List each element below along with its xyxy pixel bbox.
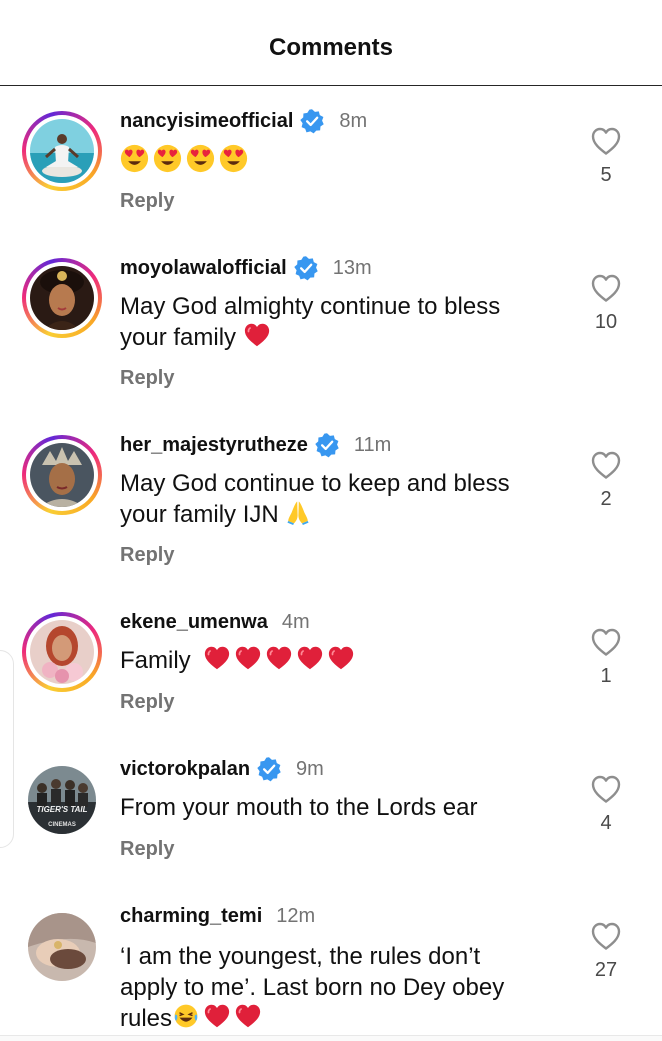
svg-text:CINEMAS: CINEMAS <box>48 822 76 828</box>
heart-eyes-face-icon <box>219 144 248 173</box>
avatar-photo <box>30 620 94 684</box>
verified-badge-icon <box>256 756 282 782</box>
heart-eyes-face-icon <box>186 144 215 173</box>
reply-button[interactable]: Reply <box>120 691 174 714</box>
avatar-photo <box>30 266 94 330</box>
laughing-face-icon <box>172 1003 200 1029</box>
verified-badge-icon <box>293 255 319 281</box>
username[interactable]: her_majestyrutheze <box>120 434 308 457</box>
comment-text-line: your family IJN <box>120 499 560 530</box>
avatar[interactable]: TIGER'S TAIL CINEMAS <box>28 766 96 834</box>
bottom-divider <box>0 1035 662 1041</box>
like-control: 10 <box>586 273 626 334</box>
heart-outline-icon[interactable] <box>590 627 622 657</box>
comment-time: 8m <box>339 109 368 132</box>
comments-header: Comments <box>0 0 662 86</box>
reply-button[interactable]: Reply <box>120 367 174 390</box>
like-control: 27 <box>586 921 626 982</box>
comment-text-line: apply to me’. Last born no Dey obey <box>120 974 505 1001</box>
red-heart-icon <box>203 1003 231 1029</box>
comment-text: ‘I am the youngest, the rules don’t appl… <box>120 941 560 1034</box>
like-count: 1 <box>600 665 612 687</box>
like-control: 2 <box>586 450 626 511</box>
comment-text-line: rules <box>120 1003 560 1034</box>
comment-text-line: ‘I am the youngest, the rules don’t <box>120 943 481 970</box>
like-count: 2 <box>600 488 612 510</box>
reply-button[interactable]: Reply <box>120 838 174 861</box>
comment-text: May God continue to keep and bless your … <box>120 468 560 530</box>
comment-time: 4m <box>281 610 310 633</box>
like-control: 4 <box>586 774 626 835</box>
page-title: Comments <box>268 34 394 61</box>
username[interactable]: ekene_umenwa <box>120 611 268 634</box>
red-heart-icon <box>234 645 262 671</box>
like-count: 5 <box>600 164 612 186</box>
heart-eyes-face-icon <box>120 144 149 173</box>
heart-outline-icon[interactable] <box>590 921 622 951</box>
comment-time: 12m <box>276 904 316 927</box>
like-count: 27 <box>594 959 618 981</box>
heart-outline-icon[interactable] <box>590 273 622 303</box>
avatar-photo <box>28 913 96 981</box>
comment-time: 9m <box>296 757 324 780</box>
avatar-photo <box>30 443 94 507</box>
avatar[interactable] <box>22 612 102 692</box>
reply-button[interactable]: Reply <box>120 190 174 213</box>
username[interactable]: victorokpalan <box>120 758 250 781</box>
comment-text: May God almighty continue to bless your … <box>120 291 560 353</box>
comment-time: 13m <box>332 256 372 279</box>
heart-eyes-face-icon <box>153 144 182 173</box>
username[interactable]: moyolawalofficial <box>120 257 287 280</box>
red-heart-icon <box>265 645 293 671</box>
avatar-photo <box>30 119 94 183</box>
svg-text:TIGER'S TAIL: TIGER'S TAIL <box>36 805 87 814</box>
username[interactable]: nancyisimeofficial <box>120 110 293 133</box>
like-count: 4 <box>600 812 612 834</box>
comment-text: From your mouth to the Lords ear <box>120 794 478 821</box>
red-heart-icon <box>243 322 271 348</box>
comment-text-line: May God almighty continue to bless <box>120 293 501 320</box>
folded-hands-icon <box>285 499 311 525</box>
avatar[interactable] <box>28 913 96 981</box>
red-heart-icon <box>203 645 231 671</box>
avatar[interactable] <box>22 258 102 338</box>
avatar[interactable] <box>22 111 102 191</box>
red-heart-icon <box>327 645 355 671</box>
heart-outline-icon[interactable] <box>590 774 622 804</box>
comment-text <box>120 144 560 175</box>
avatar[interactable] <box>22 435 102 515</box>
heart-outline-icon[interactable] <box>590 450 622 480</box>
heart-outline-icon[interactable] <box>590 126 622 156</box>
like-count: 10 <box>594 311 618 333</box>
red-heart-icon <box>234 1003 262 1029</box>
comment-text-line: May God continue to keep and bless <box>120 470 510 497</box>
username[interactable]: charming_temi <box>120 905 262 928</box>
verified-badge-icon <box>314 432 340 458</box>
comment-time: 11m <box>353 433 392 456</box>
like-control: 1 <box>586 627 626 688</box>
avatar-photo: TIGER'S TAIL CINEMAS <box>28 766 96 834</box>
side-drawer-handle[interactable] <box>0 650 14 848</box>
red-heart-icon <box>296 645 324 671</box>
comment-text: Family <box>120 645 560 676</box>
comment-text-line: your family <box>120 322 560 353</box>
verified-badge-icon <box>299 108 325 134</box>
like-control: 5 <box>586 126 626 187</box>
reply-button[interactable]: Reply <box>120 544 174 567</box>
